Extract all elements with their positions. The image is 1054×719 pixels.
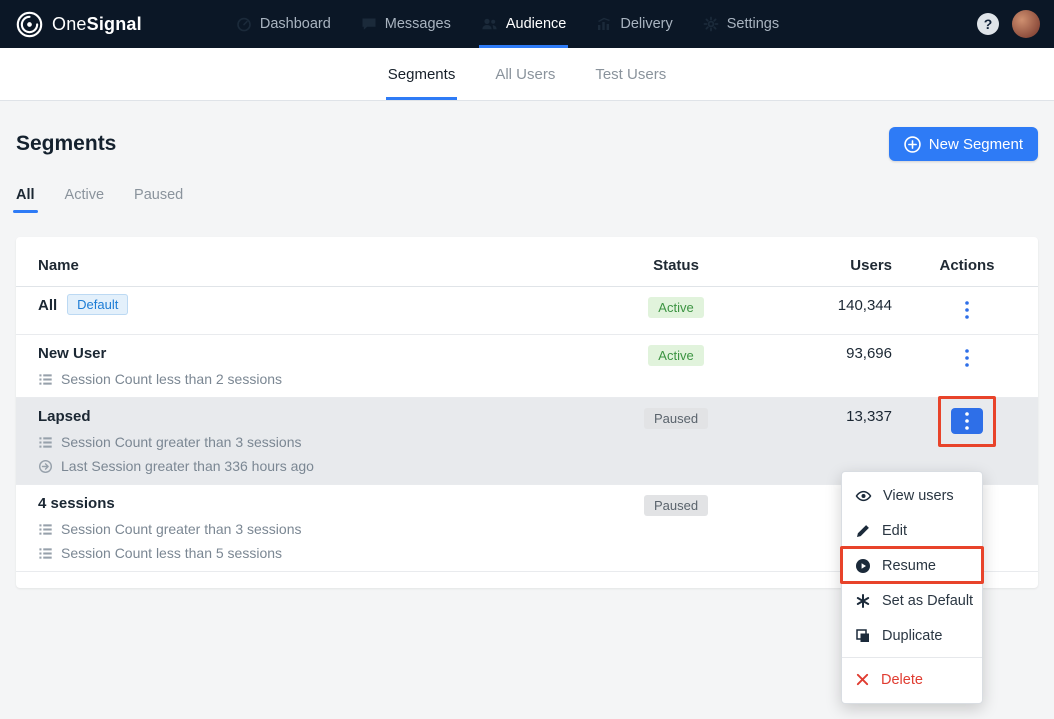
menu-item-view-users[interactable]: View users xyxy=(842,478,982,513)
segment-name: 4 sessions xyxy=(38,495,115,512)
criterion-text: Session Count less than 2 sessions xyxy=(61,371,283,387)
header-status: Status xyxy=(653,257,699,274)
tab-segments[interactable]: Segments xyxy=(385,48,457,100)
status-badge: Paused xyxy=(643,495,709,516)
segment-name: Lapsed xyxy=(38,408,91,425)
brand-text: OneSignal xyxy=(52,13,142,34)
segment-criterion: Session Count less than 2 sessions xyxy=(38,371,616,387)
eye-icon xyxy=(855,488,872,504)
criterion-text: Session Count less than 5 sessions xyxy=(61,545,283,561)
header-actions: Actions xyxy=(939,257,995,274)
filter-tab-paused[interactable]: Paused xyxy=(134,187,183,213)
users-count: 140,344 xyxy=(837,297,892,314)
list-icon xyxy=(38,372,53,387)
tab-test-users[interactable]: Test Users xyxy=(595,48,666,100)
segment-filter-tabs: All Active Paused xyxy=(0,187,1054,213)
list-icon xyxy=(38,522,53,537)
avatar[interactable] xyxy=(1012,10,1040,38)
page-title: Segments xyxy=(16,132,117,155)
plus-circle-icon xyxy=(904,135,921,153)
help-icon[interactable]: ? xyxy=(977,13,999,35)
main-nav: Dashboard Messages Audience Delivery Set… xyxy=(234,0,781,48)
header-name: Name xyxy=(38,257,79,274)
pencil-icon xyxy=(855,523,871,539)
audience-subnav: Segments All Users Test Users xyxy=(0,48,1054,101)
header-users: Users xyxy=(850,257,892,274)
row-actions-menu: View users Edit Resume Set as Default Du… xyxy=(840,471,984,704)
onesignal-logo-icon xyxy=(16,11,43,38)
page-header: Segments New Segment xyxy=(0,127,1054,161)
filter-tab-all[interactable]: All xyxy=(13,187,38,213)
nav-label: Settings xyxy=(726,16,780,32)
top-navbar: OneSignal Dashboard Messages Audience De… xyxy=(0,0,1054,48)
settings-icon xyxy=(703,16,719,32)
nav-label: Dashboard xyxy=(259,16,331,32)
menu-divider xyxy=(842,657,982,658)
segment-criterion: Session Count greater than 3 sessions xyxy=(38,521,616,537)
row-actions-button[interactable] xyxy=(951,345,983,371)
menu-item-duplicate[interactable]: Duplicate xyxy=(842,618,982,653)
arrow-icon xyxy=(38,459,53,474)
nav-item-dashboard[interactable]: Dashboard xyxy=(234,0,333,48)
list-icon xyxy=(38,546,53,561)
segment-criterion: Session Count greater than 3 sessions xyxy=(38,434,616,450)
menu-item-set-default[interactable]: Set as Default xyxy=(842,583,982,618)
menu-item-edit[interactable]: Edit xyxy=(842,513,982,548)
users-count: 93,696 xyxy=(846,345,892,362)
row-actions-button[interactable] xyxy=(951,297,983,323)
segment-criterion: Session Count less than 5 sessions xyxy=(38,545,616,561)
menu-item-label: Delete xyxy=(881,671,923,688)
menu-item-label: View users xyxy=(883,487,954,504)
menu-item-label: Resume xyxy=(882,557,936,574)
menu-item-resume[interactable]: Resume xyxy=(842,548,982,583)
menu-item-label: Set as Default xyxy=(882,592,974,609)
table-row: New User Session Count less than 2 sessi… xyxy=(16,335,1038,398)
dashboard-icon xyxy=(236,16,252,32)
segment-name: New User xyxy=(38,345,107,362)
lapsed-actions-button[interactable] xyxy=(951,408,983,434)
navbar-right: ? xyxy=(977,10,1040,38)
menu-item-delete[interactable]: Delete xyxy=(842,662,982,697)
messages-icon xyxy=(361,16,377,32)
duplicate-icon xyxy=(855,628,871,644)
asterisk-icon xyxy=(855,593,871,609)
menu-item-label: Duplicate xyxy=(882,627,943,644)
table-row: All Default Active 140,344 xyxy=(16,287,1038,335)
table-header-row: Name Status Users Actions xyxy=(16,249,1038,287)
delivery-icon xyxy=(596,16,612,32)
criterion-text: Session Count greater than 3 sessions xyxy=(61,434,302,450)
criterion-text: Session Count greater than 3 sessions xyxy=(61,521,302,537)
nav-item-delivery[interactable]: Delivery xyxy=(594,0,674,48)
status-badge: Paused xyxy=(643,408,709,429)
nav-item-audience[interactable]: Audience xyxy=(478,0,569,48)
nav-label: Delivery xyxy=(620,16,673,32)
new-segment-button[interactable]: New Segment xyxy=(888,127,1038,161)
tab-all-users[interactable]: All Users xyxy=(495,48,555,100)
segment-name: All xyxy=(38,297,58,314)
menu-item-label: Edit xyxy=(882,522,907,539)
default-badge: Default xyxy=(67,294,129,315)
audience-icon xyxy=(481,16,498,32)
nav-label: Audience xyxy=(505,16,567,32)
nav-item-messages[interactable]: Messages xyxy=(359,0,453,48)
filter-tab-active[interactable]: Active xyxy=(65,187,105,213)
list-icon xyxy=(38,435,53,450)
status-badge: Active xyxy=(648,345,704,366)
nav-label: Messages xyxy=(384,16,451,32)
segment-criterion: Last Session greater than 336 hours ago xyxy=(38,458,616,474)
criterion-text: Last Session greater than 336 hours ago xyxy=(61,458,314,474)
new-segment-label: New Segment xyxy=(928,135,1023,153)
x-icon xyxy=(855,672,870,687)
play-circle-icon xyxy=(855,558,871,574)
status-badge: Active xyxy=(648,297,704,318)
nav-item-settings[interactable]: Settings xyxy=(701,0,781,48)
users-count: 13,337 xyxy=(846,408,892,425)
brand[interactable]: OneSignal xyxy=(16,11,142,38)
